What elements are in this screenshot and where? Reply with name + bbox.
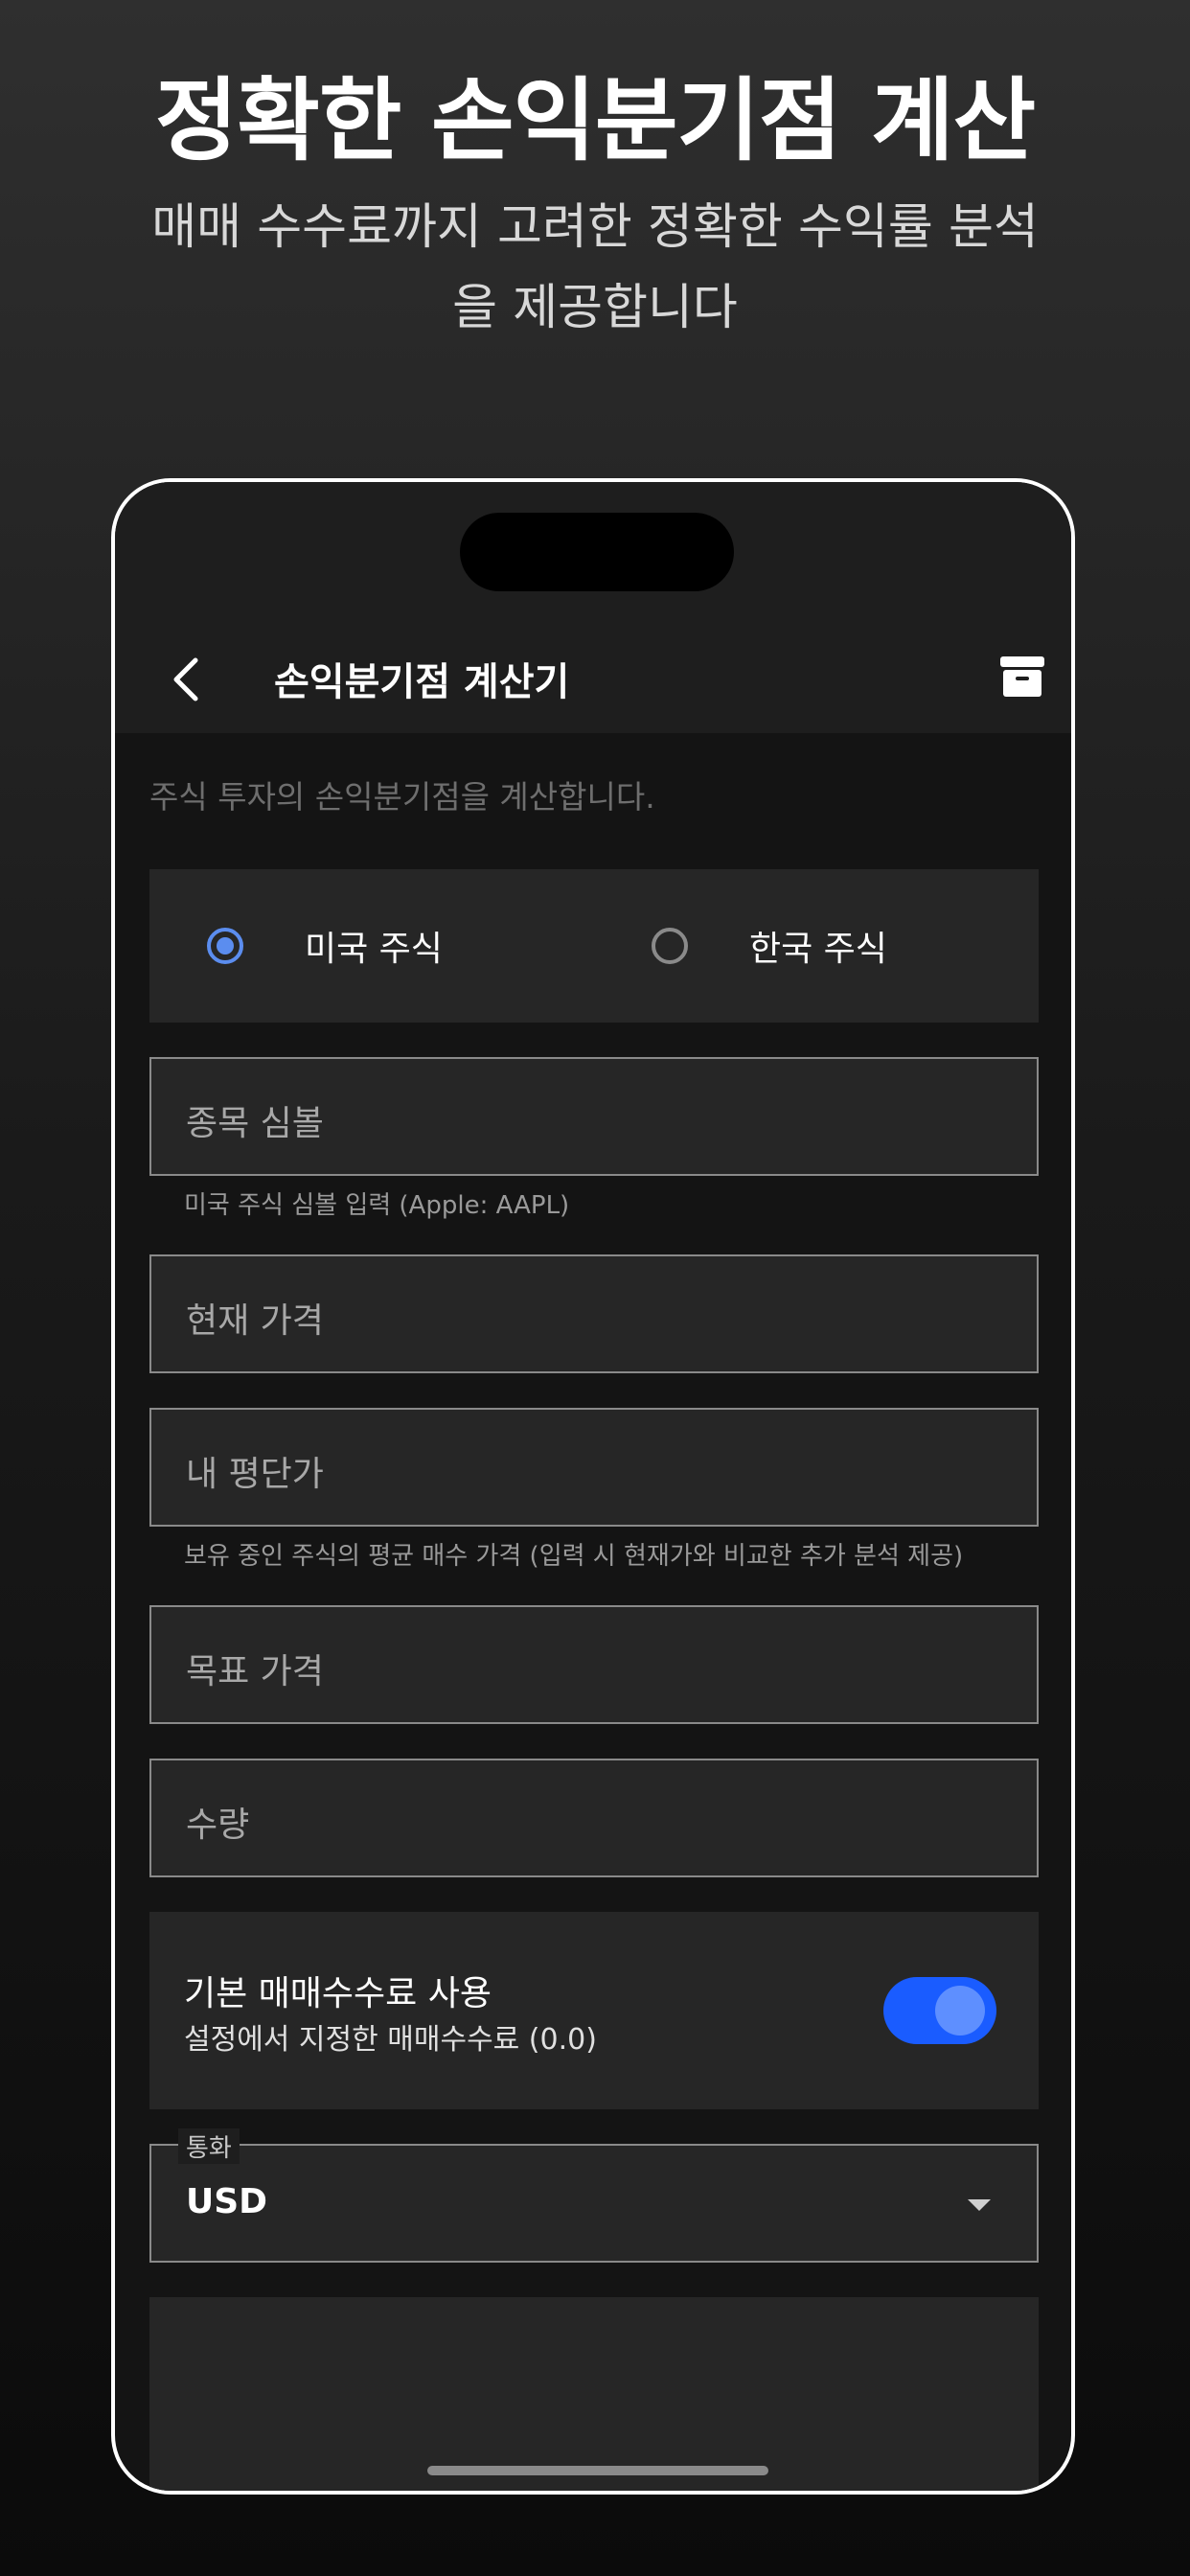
currency-value: USD bbox=[186, 2182, 268, 2221]
avg-price-input[interactable]: 내 평단가 bbox=[149, 1408, 1039, 1527]
target-price-placeholder: 목표 가격 bbox=[186, 1652, 324, 1691]
fee-subtitle: 설정에서 지정한 매매수수료 (0.0) bbox=[184, 2023, 597, 2057]
radio-label: 미국 주식 bbox=[305, 930, 443, 969]
target-price-input[interactable]: 목표 가격 bbox=[149, 1605, 1039, 1724]
symbol-placeholder: 종목 심볼 bbox=[186, 1104, 324, 1143]
status-area: 손익분기점 계산기 bbox=[115, 482, 1071, 733]
form-description: 주식 투자의 손익분기점을 계산합니다. bbox=[149, 778, 655, 816]
phone-frame: 손익분기점 계산기 주식 투자의 손익분기점을 계산합니다. 미국 주식 한국 … bbox=[111, 478, 1075, 2495]
promo-headline: 정확한 손익분기점 계산 bbox=[154, 69, 1036, 173]
symbol-input[interactable]: 종목 심볼 bbox=[149, 1057, 1039, 1176]
quantity-placeholder: 수량 bbox=[186, 1806, 250, 1845]
radio-selected-icon bbox=[207, 928, 243, 964]
avg-price-helper-text: 보유 중인 주식의 평균 매수 가격 (입력 시 현재가와 비교한 추가 분석 … bbox=[184, 1542, 964, 1571]
market-selector: 미국 주식 한국 주식 bbox=[149, 869, 1039, 1023]
current-price-input[interactable]: 현재 가격 bbox=[149, 1254, 1039, 1373]
avg-price-placeholder: 내 평단가 bbox=[186, 1455, 324, 1494]
toggle-knob bbox=[935, 1986, 985, 2036]
caret-down-icon bbox=[968, 2199, 991, 2211]
archive-icon[interactable] bbox=[998, 653, 1046, 701]
radio-label: 한국 주식 bbox=[749, 930, 887, 969]
chevron-left-icon[interactable] bbox=[161, 653, 215, 706]
fee-setting-panel: 기본 매매수수료 사용 설정에서 지정한 매매수수료 (0.0) bbox=[149, 1912, 1039, 2109]
app-bar: 손익분기점 계산기 bbox=[115, 626, 1071, 733]
quantity-input[interactable]: 수량 bbox=[149, 1759, 1039, 1877]
currency-select[interactable]: 통화 USD bbox=[149, 2128, 1039, 2263]
currency-label: 통화 bbox=[178, 2128, 240, 2164]
promo-subline: 매매 수수료까지 고려한 정확한 수익률 분석을 제공합니다 bbox=[151, 199, 1039, 336]
symbol-helper-text: 미국 주식 심볼 입력 (Apple: AAPL) bbox=[184, 1191, 570, 1220]
dynamic-island bbox=[460, 513, 734, 591]
fee-title: 기본 매매수수료 사용 bbox=[184, 1974, 492, 2013]
fee-toggle[interactable] bbox=[883, 1977, 996, 2044]
current-price-placeholder: 현재 가격 bbox=[186, 1301, 324, 1341]
home-indicator bbox=[427, 2466, 768, 2475]
page-title: 손익분기점 계산기 bbox=[274, 660, 570, 704]
radio-us-stock[interactable]: 미국 주식 bbox=[207, 869, 443, 1023]
radio-unselected-icon bbox=[652, 928, 688, 964]
radio-kr-stock[interactable]: 한국 주식 bbox=[652, 869, 887, 1023]
